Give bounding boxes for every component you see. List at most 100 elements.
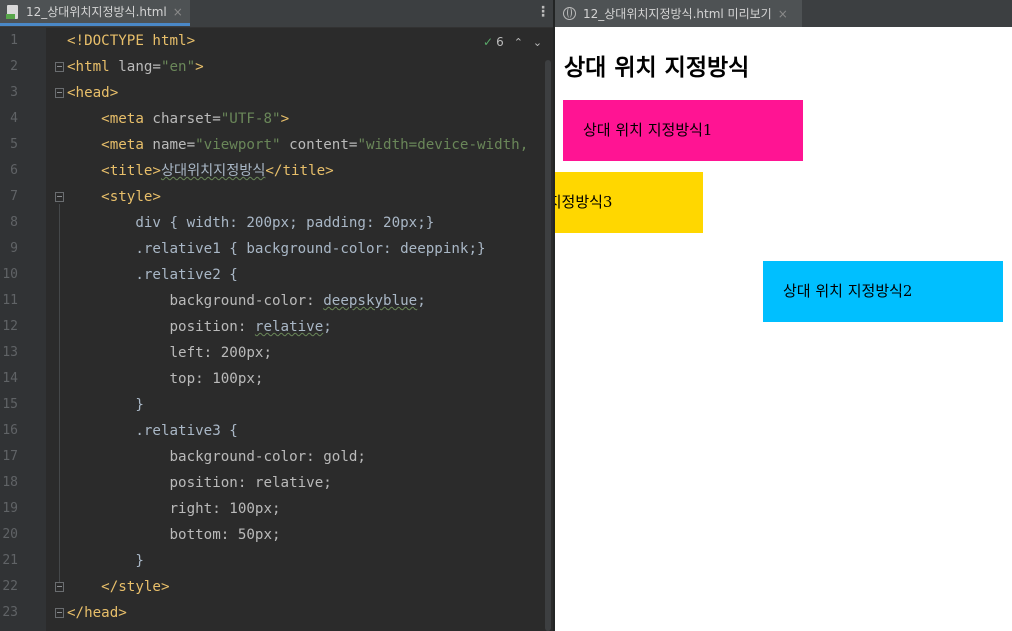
code-editor-pane[interactable]: 12_상대위치지정방식.html × ⋮ 1 2 3 4 5 6 7 8 9 10 11 12 13 14… [0, 0, 553, 631]
code-line: left: 200px; [67, 340, 547, 366]
rendered-page: 상대 위치 지정방식 상대 위치 지정방식1 상대 위치 지정방식3 상대 위치… [555, 27, 1012, 631]
code-line: position: relative; [67, 314, 547, 340]
code-token: .relative1 { background-color: deeppink;… [135, 241, 486, 257]
line-number: 21 [2, 553, 18, 568]
line-number: 2 [10, 59, 18, 74]
code-token: left: 200px; [169, 345, 273, 361]
line-number: 18 [2, 475, 18, 490]
code-token: bottom: 50px; [169, 527, 281, 543]
line-number: 4 [10, 111, 18, 126]
code-token: <!DOCTYPE html> [67, 33, 196, 49]
code-token: lang= [118, 59, 161, 75]
line-number: 1 [10, 33, 18, 48]
code-token: </style> [101, 579, 170, 595]
line-number: 15 [2, 397, 18, 412]
line-number: 22 [2, 579, 18, 594]
line-number: 5 [10, 137, 18, 152]
code-token: > [280, 111, 290, 127]
code-line: .relative1 { background-color: deeppink;… [67, 236, 547, 262]
relative2-box: 상대 위치 지정방식2 [763, 261, 1003, 322]
code-line: position: relative; [67, 470, 547, 496]
code-token: relative [254, 319, 324, 335]
line-number: 10 [2, 267, 18, 282]
code-token: background-color: [169, 293, 324, 309]
code-token: } [135, 553, 144, 569]
fold-icon[interactable] [55, 608, 64, 618]
line-number: 8 [10, 215, 18, 230]
code-line: top: 100px; [67, 366, 547, 392]
vertical-scrollbar[interactable] [545, 60, 551, 631]
line-number: 20 [2, 527, 18, 542]
code-token: charset= [152, 111, 221, 127]
code-token: <meta [101, 137, 153, 153]
code-line: background-color: gold; [67, 444, 547, 470]
editor-tab-bar: 12_상대위치지정방식.html × ⋮ [0, 0, 553, 28]
line-number: 16 [2, 423, 18, 438]
code-line: background-color: deepskyblue; [67, 288, 547, 314]
code-token: position: relative; [169, 475, 332, 491]
code-line: bottom: 50px; [67, 522, 547, 548]
code-token: </title> [265, 163, 334, 179]
code-line: <meta charset="UTF-8"> [67, 106, 547, 132]
line-number-gutter: 1 2 3 4 5 6 7 8 9 10 11 12 13 14 15 16 17 18 19 20 21 22 23 [0, 28, 46, 631]
code-token: deepskyblue [323, 293, 418, 309]
code-token: "width=device-width, [357, 137, 529, 153]
code-line: <meta name="viewport" content="width=dev… [67, 132, 547, 158]
code-token: <head> [67, 85, 119, 101]
preview-pane: 12_상대위치지정방식.html 미리보기 × 상대 위치 지정방식 상대 위치… [555, 0, 1012, 631]
more-options-icon[interactable]: ⋮ [536, 5, 550, 19]
code-line: div { width: 200px; padding: 20px;} [67, 210, 547, 236]
fold-icon[interactable] [55, 582, 64, 592]
line-number: 3 [10, 85, 18, 100]
code-line: </head> [67, 600, 547, 626]
editor-tab[interactable]: 12_상대위치지정방식.html × [0, 0, 190, 26]
code-token: > [195, 59, 204, 75]
code-line: .relative3 { [67, 418, 547, 444]
line-number: 23 [2, 605, 18, 620]
code-line: <style> [67, 184, 547, 210]
code-line: </style> [67, 574, 547, 600]
line-number: 7 [10, 189, 18, 204]
code-token: position: [169, 319, 255, 335]
code-token: ; [323, 319, 332, 335]
code-area[interactable]: <!DOCTYPE html> <html lang="en"> <head> … [67, 28, 547, 631]
preview-tab-bar: 12_상대위치지정방식.html 미리보기 × [555, 0, 1012, 27]
line-number: 13 [2, 345, 18, 360]
fold-icon[interactable] [55, 62, 64, 72]
code-token: .relative2 { [135, 267, 238, 283]
fold-icon[interactable] [55, 88, 64, 98]
code-line: .relative2 { [67, 262, 547, 288]
code-token: top: 100px; [169, 371, 264, 387]
code-token: background-color: gold; [169, 449, 366, 465]
relative3-box: 상대 위치 지정방식3 [555, 172, 703, 233]
code-token: 상대위치지정방식 [160, 163, 266, 179]
code-line: <head> [67, 80, 547, 106]
editor-tab-label: 12_상대위치지정방식.html [26, 5, 167, 19]
fold-icon[interactable] [55, 192, 64, 202]
line-number: 14 [2, 371, 18, 386]
line-number: 6 [10, 163, 18, 178]
close-icon[interactable]: × [778, 7, 788, 21]
code-token: name= [152, 137, 196, 153]
code-token: </head> [67, 605, 127, 621]
html-file-icon [6, 4, 20, 19]
line-number: 11 [2, 293, 18, 308]
fold-guide [59, 204, 60, 582]
code-token: right: 100px; [169, 501, 281, 517]
code-token: content= [280, 137, 358, 153]
globe-icon [563, 7, 576, 20]
code-line: } [67, 392, 547, 418]
line-number: 12 [2, 319, 18, 334]
code-token: <style> [101, 189, 161, 205]
code-token: ; [417, 293, 426, 309]
page-heading: 상대 위치 지정방식 [564, 55, 750, 81]
code-token: <meta [101, 111, 153, 127]
line-number: 9 [10, 241, 18, 256]
preview-tab[interactable]: 12_상대위치지정방식.html 미리보기 × [555, 0, 802, 27]
code-token: "UTF-8" [220, 111, 281, 127]
code-line: <title>상대위치지정방식</title> [67, 158, 547, 184]
close-icon[interactable]: × [173, 5, 183, 19]
line-number: 17 [2, 449, 18, 464]
code-token: "viewport" [195, 137, 281, 153]
code-line: <html lang="en"> [67, 54, 547, 80]
